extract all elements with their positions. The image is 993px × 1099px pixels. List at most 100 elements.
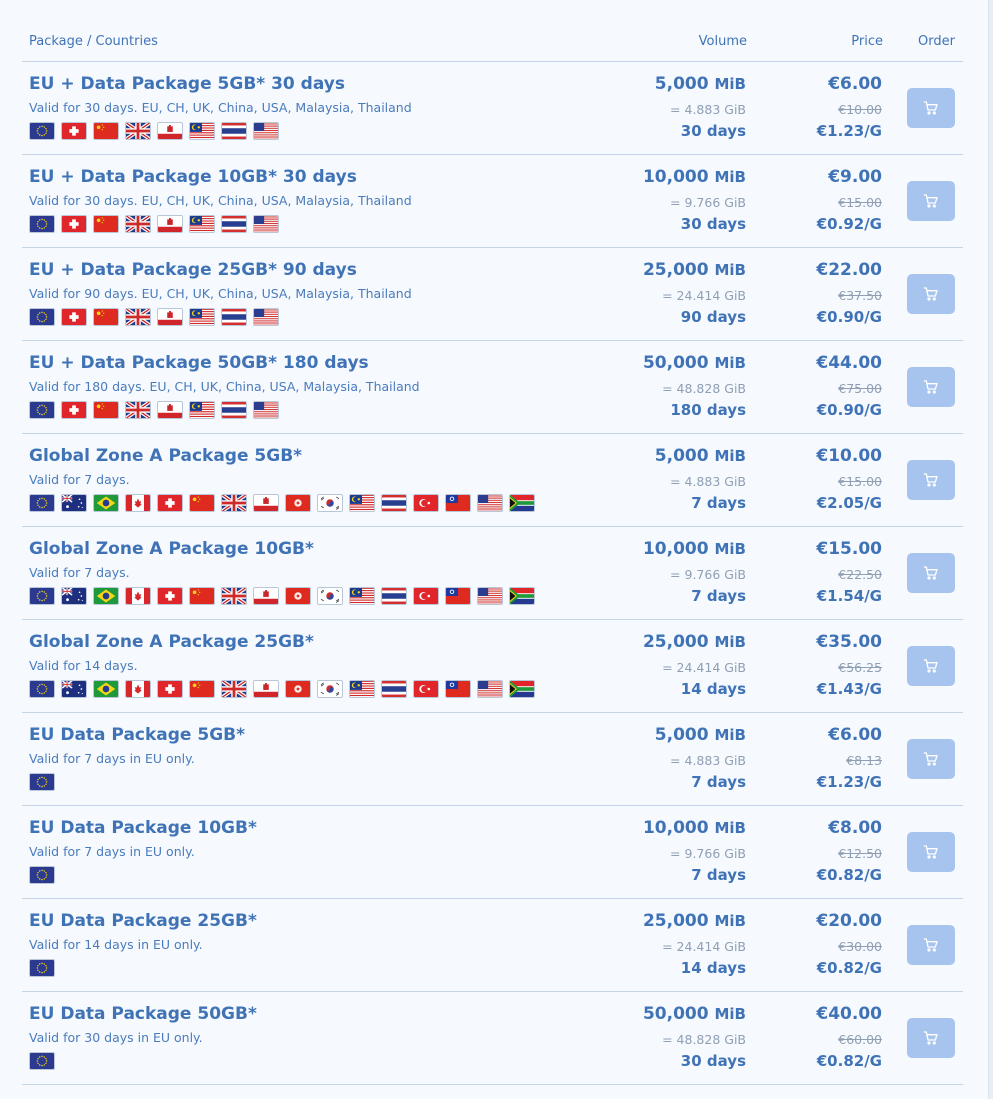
volume-unit: MiB <box>714 354 746 372</box>
cart-icon <box>923 379 939 395</box>
order-cart-button[interactable] <box>907 88 955 128</box>
order-cart-button[interactable] <box>907 181 955 221</box>
package-name[interactable]: EU Data Package 25GB* <box>29 911 257 931</box>
package-description: Valid for 7 days. <box>29 565 130 580</box>
flag-gi-icon <box>157 401 183 419</box>
flag-eu-icon <box>29 866 55 884</box>
package-name[interactable]: Global Zone A Package 5GB* <box>29 446 302 466</box>
flag-kr-icon <box>317 587 343 605</box>
flag-uk-icon <box>125 215 151 233</box>
country-flags <box>29 215 279 233</box>
flag-us-icon <box>253 308 279 326</box>
package-description: Valid for 30 days. EU, CH, UK, China, US… <box>29 193 412 208</box>
country-flags <box>29 680 535 698</box>
table-row: EU Data Package 10GB* Valid for 7 days i… <box>22 806 963 899</box>
flag-eu-icon <box>29 215 55 233</box>
order-cart-button[interactable] <box>907 460 955 500</box>
package-duration: 7 days <box>691 773 746 791</box>
package-duration: 180 days <box>670 401 746 419</box>
original-price: €15.00 <box>838 474 882 489</box>
flag-gi-icon <box>157 308 183 326</box>
package-name[interactable]: EU + Data Package 5GB* 30 days <box>29 74 345 94</box>
flag-eu-icon <box>29 773 55 791</box>
package-name[interactable]: Global Zone A Package 10GB* <box>29 539 314 559</box>
flag-ch-icon <box>61 401 87 419</box>
flag-au-icon <box>61 680 87 698</box>
flag-br-icon <box>93 494 119 512</box>
order-cart-button[interactable] <box>907 739 955 779</box>
flag-cn-icon <box>93 308 119 326</box>
volume-gib: = 48.828 GiB <box>662 1032 746 1047</box>
cart-icon <box>923 658 939 674</box>
package-name[interactable]: EU Data Package 50GB* <box>29 1004 257 1024</box>
original-price: €22.50 <box>838 567 882 582</box>
table-body: EU + Data Package 5GB* 30 days Valid for… <box>22 62 963 1085</box>
flag-gi-icon <box>253 587 279 605</box>
volume-value: 50,000 <box>642 1004 709 1024</box>
order-cart-button[interactable] <box>907 646 955 686</box>
order-cart-button[interactable] <box>907 1018 955 1058</box>
flag-th-icon <box>381 680 407 698</box>
volume-unit: MiB <box>714 726 746 744</box>
country-flags <box>29 122 279 140</box>
volume-value: 5,000 <box>654 446 709 466</box>
price-per-gb: €0.82/G <box>816 959 882 977</box>
flag-eu-icon <box>29 959 55 977</box>
package-name[interactable]: EU + Data Package 50GB* 180 days <box>29 353 369 373</box>
flag-uk-icon <box>125 122 151 140</box>
table-row: EU + Data Package 5GB* 30 days Valid for… <box>22 62 963 155</box>
price-per-gb: €1.23/G <box>816 773 882 791</box>
flag-us-icon <box>253 401 279 419</box>
flag-uk-icon <box>221 587 247 605</box>
package-volume: 10,000 MiB <box>643 818 746 838</box>
package-description: Valid for 90 days. EU, CH, UK, China, US… <box>29 286 412 301</box>
order-cart-button[interactable] <box>907 925 955 965</box>
flag-us-icon <box>477 587 503 605</box>
flag-au-icon <box>61 494 87 512</box>
volume-gib: = 9.766 GiB <box>670 846 746 861</box>
package-duration: 7 days <box>691 494 746 512</box>
flag-za-icon <box>509 587 535 605</box>
order-cart-button[interactable] <box>907 274 955 314</box>
volume-unit: MiB <box>714 819 746 837</box>
cart-icon <box>923 751 939 767</box>
order-cart-button[interactable] <box>907 832 955 872</box>
package-name[interactable]: EU Data Package 5GB* <box>29 725 245 745</box>
package-duration: 90 days <box>680 308 746 326</box>
package-description: Valid for 14 days. <box>29 658 138 673</box>
package-price: €8.00 <box>828 818 882 838</box>
flag-kr-icon <box>317 680 343 698</box>
header-volume: Volume <box>698 34 747 49</box>
volume-unit: MiB <box>714 540 746 558</box>
package-volume: 25,000 MiB <box>643 260 746 280</box>
flag-za-icon <box>509 680 535 698</box>
price-per-gb: €0.82/G <box>816 866 882 884</box>
package-name[interactable]: Global Zone A Package 25GB* <box>29 632 314 652</box>
flag-ch-icon <box>157 680 183 698</box>
order-cart-button[interactable] <box>907 367 955 407</box>
price-per-gb: €2.05/G <box>816 494 882 512</box>
flag-eu-icon <box>29 308 55 326</box>
order-cart-button[interactable] <box>907 553 955 593</box>
table-row: EU Data Package 50GB* Valid for 30 days … <box>22 992 963 1085</box>
package-name[interactable]: EU + Data Package 10GB* 30 days <box>29 167 357 187</box>
price-per-gb: €0.92/G <box>816 215 882 233</box>
flag-cn-icon <box>93 215 119 233</box>
flag-us-icon <box>477 680 503 698</box>
package-name[interactable]: EU + Data Package 25GB* 90 days <box>29 260 357 280</box>
flag-tr-icon <box>413 494 439 512</box>
table-row: Global Zone A Package 5GB* Valid for 7 d… <box>22 434 963 527</box>
flag-ch-icon <box>61 215 87 233</box>
package-name[interactable]: EU Data Package 10GB* <box>29 818 257 838</box>
flag-tw-icon <box>445 680 471 698</box>
package-price: €35.00 <box>816 632 882 652</box>
volume-gib: = 24.414 GiB <box>662 288 746 303</box>
original-price: €10.00 <box>838 102 882 117</box>
flag-br-icon <box>93 680 119 698</box>
flag-ch-icon <box>157 494 183 512</box>
table-row: EU + Data Package 50GB* 180 days Valid f… <box>22 341 963 434</box>
volume-unit: MiB <box>714 261 746 279</box>
package-volume: 25,000 MiB <box>643 632 746 652</box>
price-per-gb: €0.90/G <box>816 308 882 326</box>
country-flags <box>29 308 279 326</box>
